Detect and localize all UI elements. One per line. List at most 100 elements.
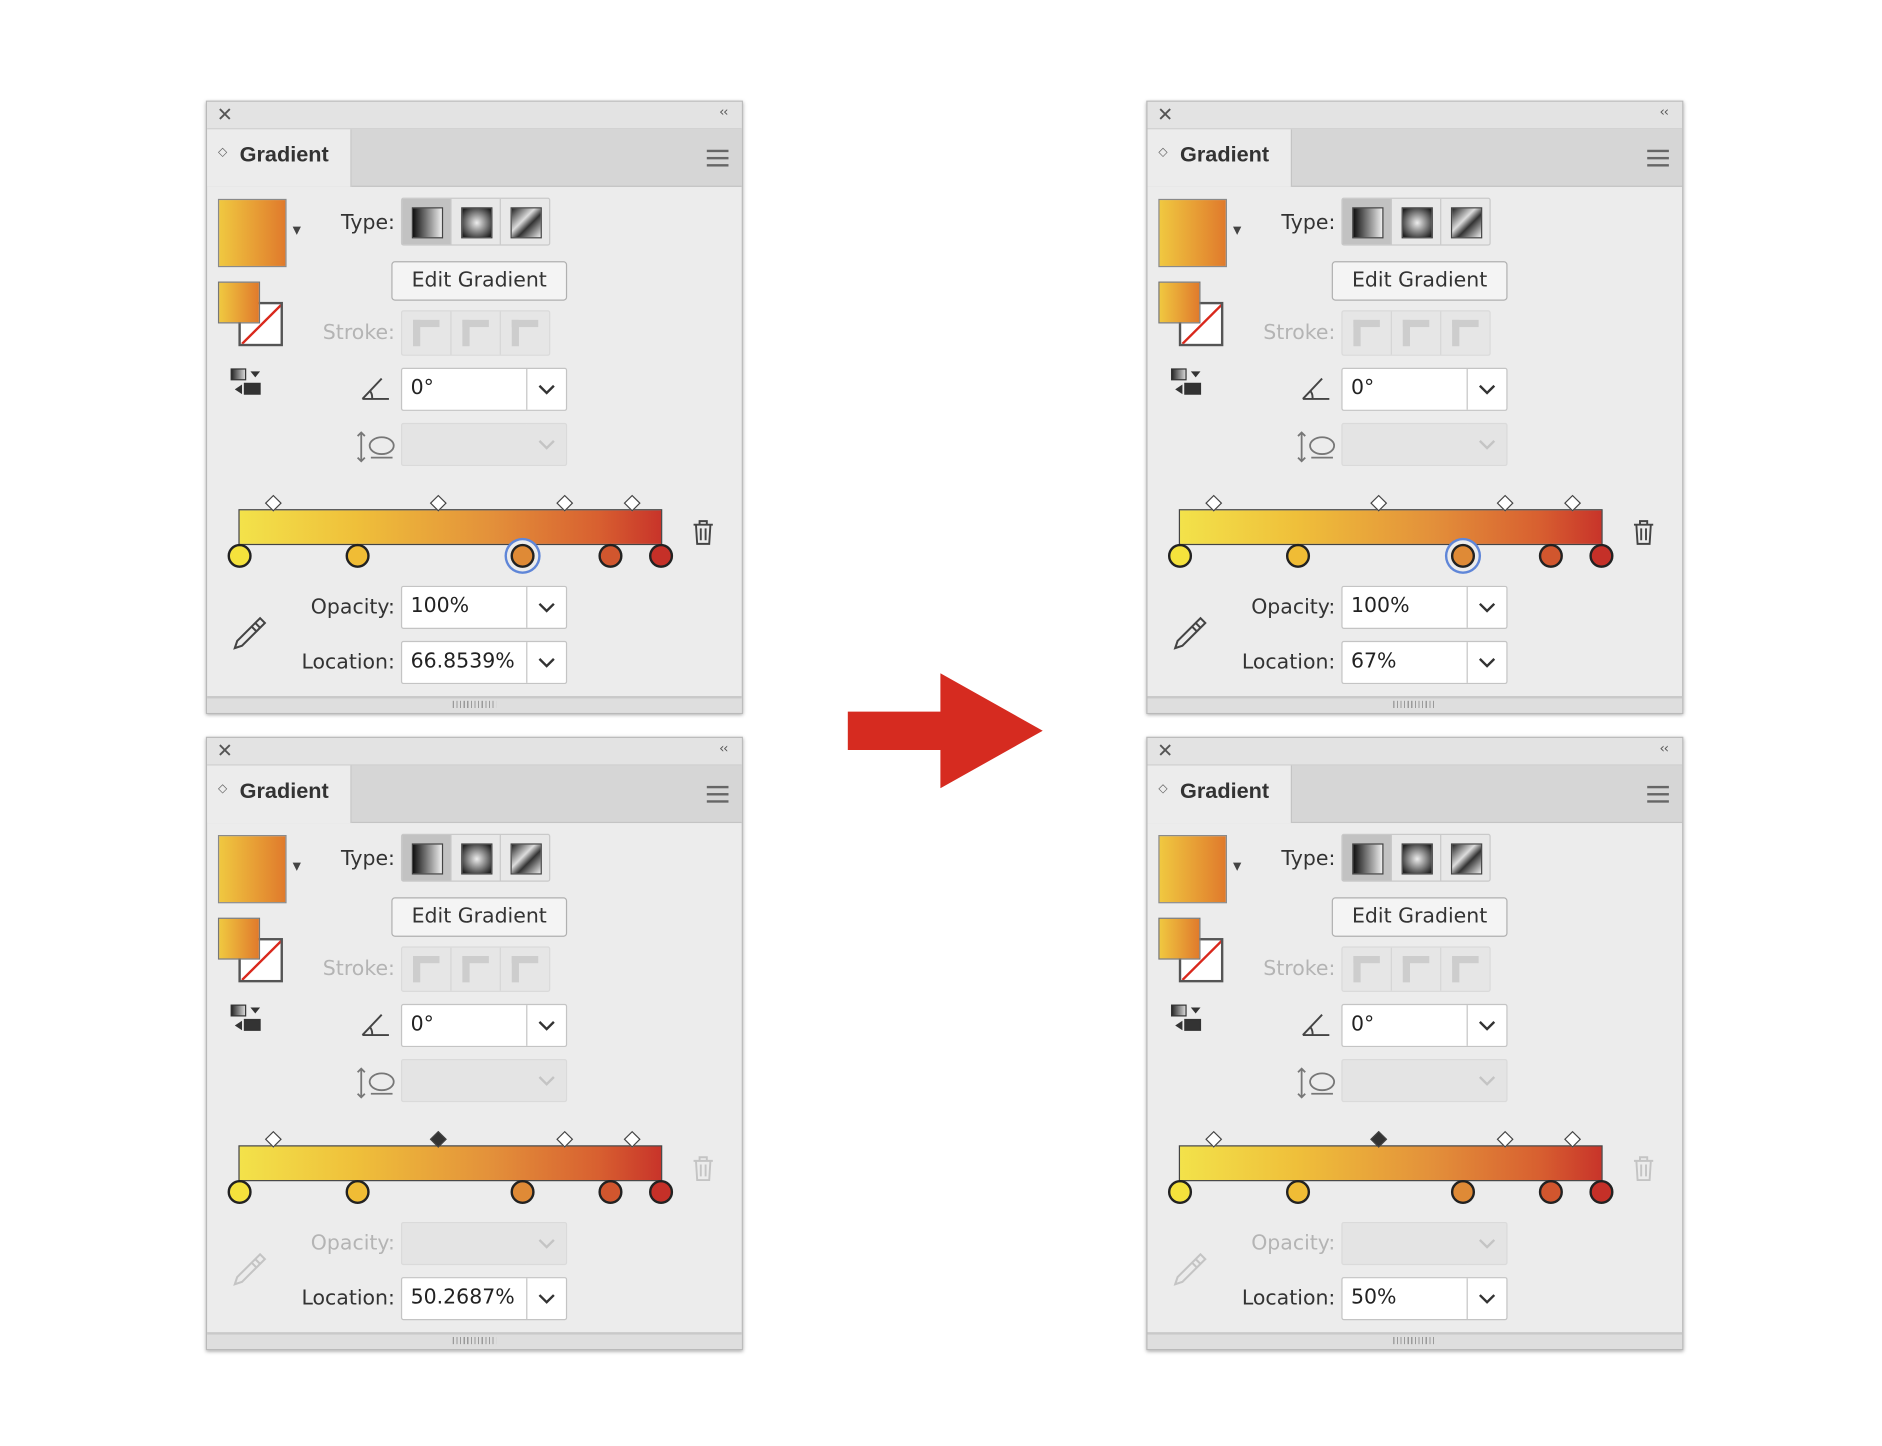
eyedropper-icon[interactable] (230, 615, 269, 653)
location-dropdown[interactable] (526, 1278, 566, 1319)
eyedropper-icon[interactable] (1170, 615, 1209, 653)
aspect-ratio-field[interactable] (1341, 422, 1508, 467)
radial-gradient-button[interactable] (452, 835, 501, 881)
hamburger-menu-icon[interactable] (706, 149, 729, 167)
reverse-gradient-icon[interactable] (230, 1004, 264, 1033)
resize-grip[interactable] (452, 1336, 497, 1345)
reverse-gradient-icon[interactable] (230, 368, 264, 397)
color-stop[interactable] (1589, 1180, 1614, 1204)
freeform-gradient-button[interactable] (1441, 199, 1489, 245)
location-field[interactable]: 50% (1341, 1277, 1508, 1321)
double-chevron-left-icon[interactable]: ‹‹ (1659, 104, 1668, 120)
linear-gradient-button[interactable] (402, 835, 452, 881)
color-stop[interactable] (509, 1180, 535, 1204)
edit-gradient-button[interactable]: Edit Gradient (391, 261, 568, 301)
angle-field[interactable]: 0° (400, 1003, 568, 1048)
location-dropdown[interactable] (1466, 1278, 1507, 1319)
tab-gradient[interactable]: ◇ Gradient (207, 129, 352, 187)
fill-swatch[interactable] (1158, 281, 1201, 324)
opacity-field[interactable]: 100% (1341, 585, 1508, 629)
double-chevron-left-icon[interactable]: ‹‹ (1659, 740, 1668, 756)
location-field[interactable]: 50.2687% (400, 1277, 568, 1321)
aspect-ratio-field[interactable] (400, 1059, 568, 1103)
angle-dropdown[interactable] (1466, 368, 1507, 410)
stroke-within-button[interactable] (402, 311, 452, 355)
resize-grip[interactable] (1393, 1336, 1437, 1345)
color-stop[interactable] (598, 543, 623, 568)
trash-icon[interactable] (1632, 1155, 1656, 1181)
angle-field[interactable]: 0° (1341, 1003, 1508, 1048)
gradient-ramp[interactable] (238, 509, 663, 546)
edit-gradient-button[interactable]: Edit Gradient (1331, 261, 1508, 301)
color-stop[interactable] (345, 543, 370, 568)
hamburger-menu-icon[interactable] (706, 785, 729, 803)
reverse-gradient-icon[interactable] (1170, 368, 1204, 397)
eyedropper-icon[interactable] (230, 1251, 269, 1289)
gradient-swatch[interactable] (217, 198, 287, 268)
resize-grip[interactable] (1393, 700, 1437, 709)
opacity-field[interactable] (400, 1221, 568, 1266)
close-icon[interactable]: ✕ (217, 739, 233, 762)
edit-gradient-button[interactable]: Edit Gradient (1331, 897, 1508, 937)
freeform-gradient-button[interactable] (501, 835, 549, 881)
gradient-ramp[interactable] (1178, 509, 1603, 546)
color-stop[interactable] (1167, 543, 1193, 568)
opacity-field[interactable] (1341, 1221, 1508, 1266)
stroke-within-button[interactable] (1343, 311, 1392, 355)
color-stop[interactable] (1285, 1180, 1311, 1204)
color-stop[interactable] (227, 1180, 252, 1204)
angle-field[interactable]: 0° (400, 367, 568, 411)
color-stop[interactable] (1450, 1180, 1475, 1204)
gradient-ramp[interactable] (1178, 1145, 1603, 1182)
aspect-ratio-field[interactable] (400, 422, 568, 467)
stroke-within-button[interactable] (1343, 947, 1392, 991)
opacity-field[interactable]: 100% (400, 585, 568, 629)
color-stop[interactable] (1285, 543, 1311, 568)
close-icon[interactable]: ✕ (217, 103, 233, 126)
gradient-swatch[interactable] (217, 835, 287, 904)
color-stop[interactable] (1450, 543, 1475, 568)
radial-gradient-button[interactable] (1392, 835, 1442, 881)
swatch-dropdown-icon[interactable]: ▼ (1233, 225, 1241, 237)
trash-icon[interactable] (1632, 519, 1656, 545)
fill-swatch[interactable] (217, 917, 261, 960)
color-stop[interactable] (649, 1180, 674, 1204)
hamburger-menu-icon[interactable] (1647, 149, 1669, 167)
trash-icon[interactable] (691, 519, 715, 545)
color-stop[interactable] (649, 543, 674, 568)
eyedropper-icon[interactable] (1170, 1251, 1209, 1289)
aspect-ratio-dropdown[interactable] (526, 424, 566, 465)
stroke-across-button[interactable] (1441, 311, 1489, 354)
freeform-gradient-button[interactable] (1441, 835, 1489, 881)
fill-swatch[interactable] (1158, 917, 1201, 960)
edit-gradient-button[interactable]: Edit Gradient (391, 897, 568, 937)
color-stop[interactable] (598, 1180, 623, 1204)
location-field[interactable]: 67% (1341, 640, 1508, 685)
color-stop[interactable] (345, 1180, 370, 1204)
aspect-ratio-dropdown[interactable] (1466, 1060, 1507, 1101)
opacity-dropdown[interactable] (1466, 1223, 1507, 1264)
linear-gradient-button[interactable] (1342, 198, 1392, 245)
swatch-dropdown-icon[interactable]: ▼ (293, 225, 301, 237)
aspect-ratio-field[interactable] (1341, 1059, 1508, 1103)
close-icon[interactable]: ✕ (1157, 739, 1173, 762)
hamburger-menu-icon[interactable] (1647, 785, 1669, 803)
opacity-dropdown[interactable] (1466, 587, 1507, 628)
location-field[interactable]: 66.8539% (400, 640, 568, 685)
linear-gradient-button[interactable] (1342, 835, 1392, 881)
double-chevron-left-icon[interactable]: ‹‹ (719, 104, 728, 120)
fill-swatch[interactable] (217, 281, 261, 324)
color-stop[interactable] (227, 543, 252, 568)
stroke-along-button[interactable] (452, 947, 501, 991)
tab-gradient[interactable]: ◇ Gradient (1147, 765, 1292, 824)
stroke-across-button[interactable] (1441, 948, 1489, 991)
aspect-ratio-dropdown[interactable] (1466, 424, 1507, 465)
gradient-ramp[interactable] (238, 1145, 663, 1182)
radial-gradient-button[interactable] (452, 198, 501, 245)
aspect-ratio-dropdown[interactable] (526, 1060, 566, 1101)
opacity-dropdown[interactable] (526, 587, 566, 628)
close-icon[interactable]: ✕ (1157, 103, 1173, 126)
angle-dropdown[interactable] (526, 1005, 566, 1046)
tab-gradient[interactable]: ◇ Gradient (1147, 129, 1292, 187)
stroke-along-button[interactable] (1392, 947, 1442, 991)
